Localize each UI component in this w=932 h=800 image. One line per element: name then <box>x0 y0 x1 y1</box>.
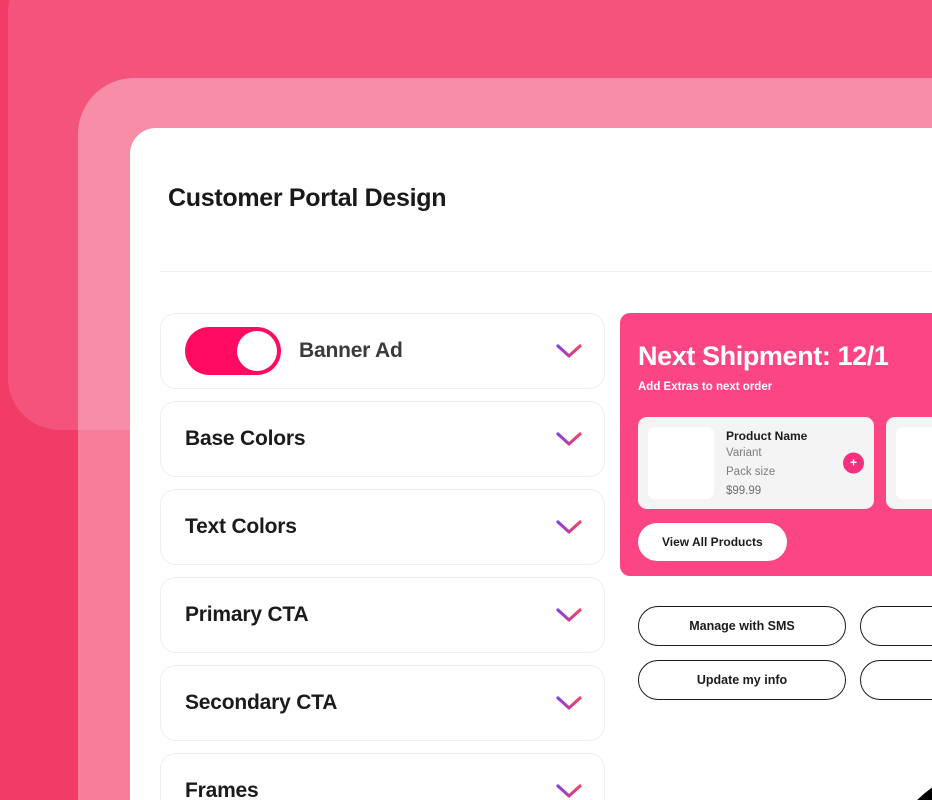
accordion-item-primary-cta[interactable]: Primary CTA <box>160 577 605 653</box>
manage-with-sms-button[interactable]: Manage with SMS <box>638 606 846 646</box>
settings-button[interactable]: Set <box>860 660 932 700</box>
product-card[interactable]: Product Name Variant Pack size $99.99 + <box>886 417 932 509</box>
update-my-info-button[interactable]: Update my info <box>638 660 846 700</box>
accordion-item-label: Base Colors <box>185 427 306 450</box>
accordion-item-base-colors[interactable]: Base Colors <box>160 401 605 477</box>
accordion-item-frames[interactable]: Frames <box>160 753 605 800</box>
chevron-down-icon[interactable] <box>556 431 582 447</box>
product-info: Product Name Variant Pack size $99.99 <box>726 429 807 496</box>
settings-accordion: Banner Ad Base Colors Text Colors Primar… <box>160 313 605 800</box>
portal-preview: Next Shipment: 12/1 Add Extras to next o… <box>620 313 932 700</box>
product-price: $99.99 <box>726 484 762 497</box>
product-pack-size: Pack size <box>726 465 776 478</box>
chevron-down-icon[interactable] <box>556 607 582 623</box>
portal-action-buttons: Manage with SMS G Update my info Set <box>638 606 932 700</box>
accordion-item-secondary-cta[interactable]: Secondary CTA <box>160 665 605 741</box>
toggle-knob <box>237 331 277 371</box>
screenshot-stage: Customer Portal Design Banner Ad Base Co… <box>0 0 932 800</box>
product-name: Product Name <box>726 429 808 444</box>
product-variant: Variant <box>726 447 762 460</box>
product-thumbnail <box>648 427 714 499</box>
view-all-products-button[interactable]: View All Products <box>638 523 787 561</box>
banner-ad-preview: Next Shipment: 12/1 Add Extras to next o… <box>620 313 932 576</box>
product-card[interactable]: Product Name Variant Pack size $99.99 + <box>638 417 874 509</box>
gift-button[interactable]: G <box>860 606 932 646</box>
product-thumbnail <box>896 427 932 499</box>
chevron-down-icon[interactable] <box>556 343 582 359</box>
accordion-item-text-colors[interactable]: Text Colors <box>160 489 605 565</box>
accordion-item-label: Text Colors <box>185 515 297 538</box>
accordion-item-label: Primary CTA <box>185 603 309 626</box>
chevron-down-icon[interactable] <box>556 695 582 711</box>
chevron-down-icon[interactable] <box>556 783 582 799</box>
banner-subtitle: Add Extras to next order <box>638 381 773 393</box>
main-panel: Customer Portal Design Banner Ad Base Co… <box>130 128 932 800</box>
banner-title: Next Shipment: 12/1 <box>638 341 889 371</box>
banner-ad-toggle[interactable] <box>185 327 281 375</box>
accordion-item-label: Banner Ad <box>299 339 403 362</box>
accordion-item-label: Secondary CTA <box>185 691 338 714</box>
chevron-down-icon[interactable] <box>556 519 582 535</box>
accordion-item-banner-ad[interactable]: Banner Ad <box>160 313 605 389</box>
header-divider <box>160 271 932 272</box>
banner-product-list: Product Name Variant Pack size $99.99 + … <box>638 417 932 509</box>
page-title: Customer Portal Design <box>168 184 447 212</box>
accordion-item-label: Frames <box>185 779 259 800</box>
add-product-button[interactable]: + <box>843 452 864 474</box>
